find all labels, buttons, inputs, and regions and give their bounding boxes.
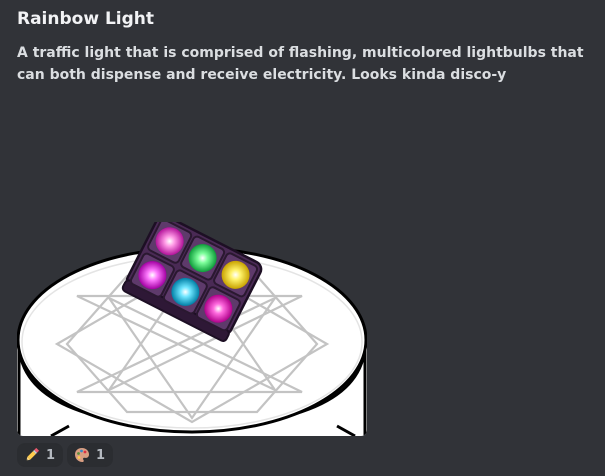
rainbow-light-image	[17, 222, 367, 436]
image-attachment[interactable]	[17, 222, 367, 436]
message: Rainbow Light A traffic light that is co…	[0, 0, 605, 476]
palette-icon	[75, 448, 90, 462]
message-title: Rainbow Light	[17, 9, 155, 29]
message-description: A traffic light that is comprised of fla…	[17, 45, 584, 83]
reaction-palette[interactable]: 1	[67, 443, 114, 467]
reaction-count: 1	[46, 447, 56, 463]
reactions-bar: 1 1	[17, 443, 114, 467]
pencil-icon	[26, 447, 40, 461]
reaction-pencil[interactable]: 1	[17, 443, 64, 467]
reaction-count: 1	[96, 447, 106, 463]
